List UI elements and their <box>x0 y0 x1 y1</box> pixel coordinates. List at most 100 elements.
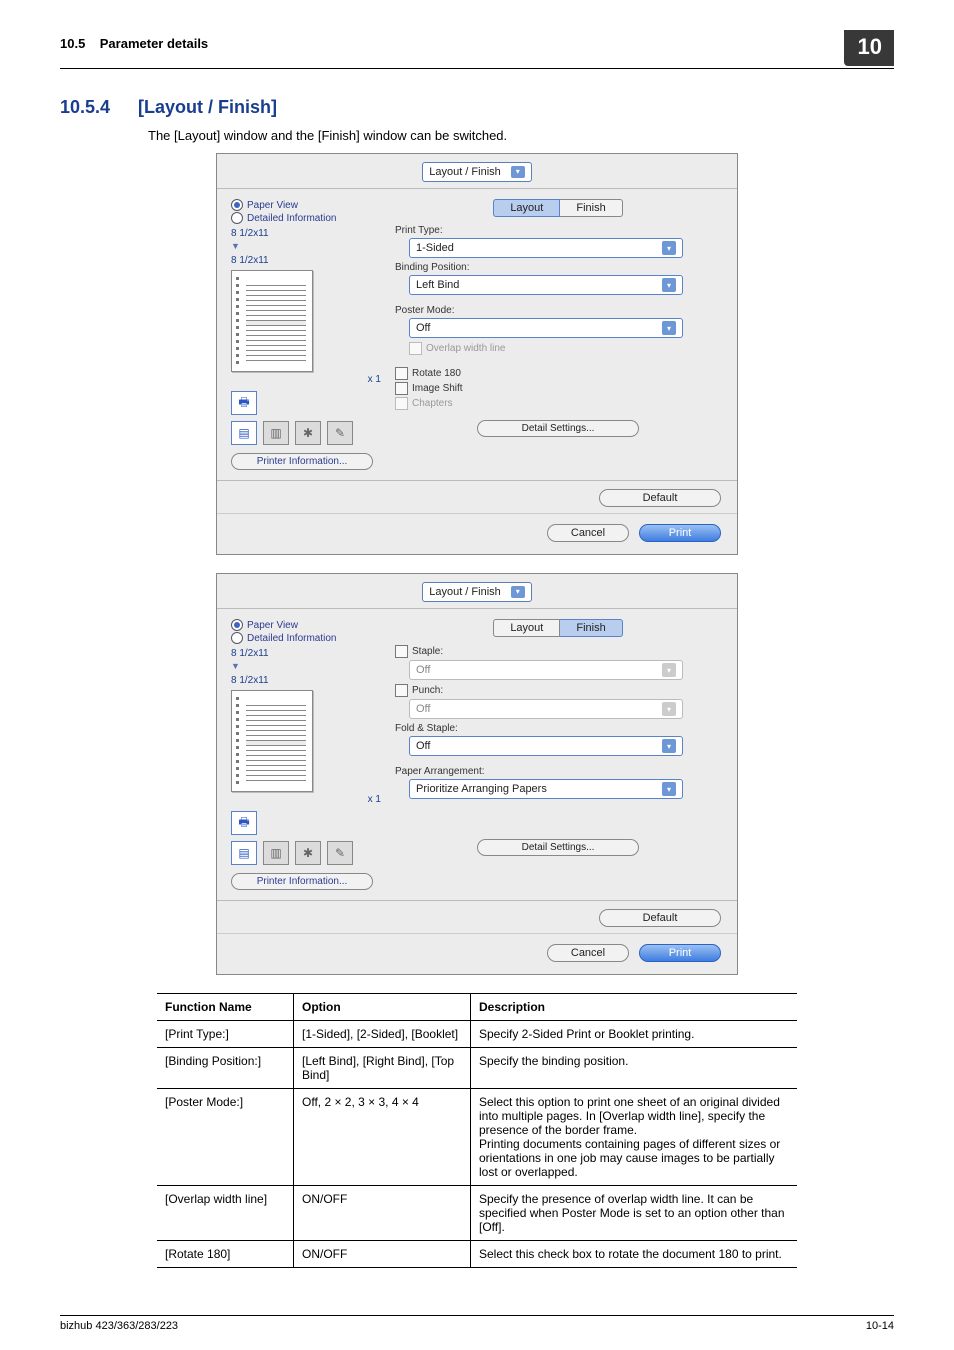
radio-paper-view[interactable]: Paper View <box>231 619 381 631</box>
tab-finish[interactable]: Finish <box>560 619 622 637</box>
dialog-sidebar: Paper View Detailed Information 8 1/2x11… <box>231 199 381 470</box>
chevron-updown-icon: ▾ <box>662 739 676 753</box>
tab-segment: Layout Finish <box>395 199 721 217</box>
panel-select[interactable]: Layout / Finish ▾ <box>422 582 532 602</box>
cell-fn: [Binding Position:] <box>157 1048 294 1089</box>
tab-layout[interactable]: Layout <box>493 199 560 217</box>
section-heading: 10.5.4 [Layout / Finish] <box>60 97 894 118</box>
printer-icon[interactable]: 🖶 <box>231 811 257 835</box>
fold-staple-label: Fold & Staple: <box>395 723 721 734</box>
cell-fn: [Poster Mode:] <box>157 1089 294 1186</box>
staple-label: Staple: <box>412 646 443 657</box>
cancel-button[interactable]: Cancel <box>547 524 629 542</box>
panel-select[interactable]: Layout / Finish ▾ <box>422 162 532 182</box>
radio-detailed-info[interactable]: Detailed Information <box>231 212 381 224</box>
cancel-button[interactable]: Cancel <box>547 944 629 962</box>
punch-select: Off ▾ <box>409 699 683 719</box>
cell-desc: Select this check box to rotate the docu… <box>471 1241 798 1268</box>
printer-icon[interactable]: 🖶 <box>231 391 257 415</box>
cell-opt: Off, 2 × 2, 3 × 3, 4 × 4 <box>294 1089 471 1186</box>
table-row: [Binding Position:] [Left Bind], [Right … <box>157 1048 797 1089</box>
staple-checkbox[interactable]: Staple: <box>395 645 721 658</box>
panel-select-value: Layout / Finish <box>429 166 501 178</box>
paper-arrangement-label: Paper Arrangement: <box>395 766 721 777</box>
page-preview <box>231 270 313 372</box>
page-icon[interactable]: ▤ <box>231 841 257 865</box>
table-row: [Print Type:] [1-Sided], [2-Sided], [Boo… <box>157 1021 797 1048</box>
function-table: Function Name Option Description [Print … <box>157 993 797 1268</box>
fold-staple-value: Off <box>416 740 430 752</box>
poster-mode-value: Off <box>416 322 430 334</box>
checkbox-icon <box>395 645 408 658</box>
printer-information-button[interactable]: Printer Information... <box>231 873 373 890</box>
th-description: Description <box>471 994 798 1021</box>
chevron-updown-icon: ▾ <box>662 702 676 716</box>
radio-dot-icon <box>231 632 243 644</box>
fold-staple-select[interactable]: Off ▾ <box>409 736 683 756</box>
paper-size-out: 8 1/2x11 <box>231 675 381 686</box>
page-icon[interactable]: ▤ <box>231 421 257 445</box>
radio-detailed-info-label: Detailed Information <box>247 633 337 644</box>
section-description: The [Layout] window and the [Finish] win… <box>148 128 894 143</box>
cell-desc: Select this option to print one sheet of… <box>471 1089 798 1186</box>
tab-layout[interactable]: Layout <box>493 619 560 637</box>
stamp-icon[interactable]: ✱ <box>295 421 321 445</box>
print-button[interactable]: Print <box>639 524 721 542</box>
cell-fn: [Rotate 180] <box>157 1241 294 1268</box>
arrow-down-icon: ▼ <box>231 661 381 671</box>
paper-size-in: 8 1/2x11 <box>231 648 381 659</box>
overlay-icon[interactable]: ▥ <box>263 421 289 445</box>
quality-icon[interactable]: ✎ <box>327 421 353 445</box>
detail-settings-button[interactable]: Detail Settings... <box>477 839 639 856</box>
default-button[interactable]: Default <box>599 909 721 927</box>
paper-size-out: 8 1/2x11 <box>231 255 381 266</box>
chevron-updown-icon: ▾ <box>662 321 676 335</box>
checkbox-icon <box>395 382 408 395</box>
radio-detailed-info[interactable]: Detailed Information <box>231 632 381 644</box>
image-shift-checkbox[interactable]: Image Shift <box>395 382 721 395</box>
checkbox-icon <box>409 342 422 355</box>
stamp-icon[interactable]: ✱ <box>295 841 321 865</box>
radio-paper-view-label: Paper View <box>247 200 298 211</box>
section-number: 10.5.4 <box>60 97 110 118</box>
header-section-num: 10.5 <box>60 36 85 51</box>
chevron-updown-icon: ▾ <box>662 782 676 796</box>
table-row: [Overlap width line] ON/OFF Specify the … <box>157 1186 797 1241</box>
dialog-layout: Layout / Finish ▾ Paper View Detailed In… <box>216 153 738 555</box>
table-row: [Rotate 180] ON/OFF Select this check bo… <box>157 1241 797 1268</box>
radio-dot-icon <box>231 212 243 224</box>
header-section-title: Parameter details <box>100 36 208 51</box>
cell-desc: Specify 2-Sided Print or Booklet printin… <box>471 1021 798 1048</box>
radio-paper-view[interactable]: Paper View <box>231 199 381 211</box>
footer-model: bizhub 423/363/283/223 <box>60 1320 178 1332</box>
cell-desc: Specify the binding position. <box>471 1048 798 1089</box>
print-button[interactable]: Print <box>639 944 721 962</box>
print-type-value: 1-Sided <box>416 242 454 254</box>
print-type-select[interactable]: 1-Sided ▾ <box>409 238 683 258</box>
overlay-icon[interactable]: ▥ <box>263 841 289 865</box>
tab-finish[interactable]: Finish <box>560 199 622 217</box>
poster-mode-label: Poster Mode: <box>395 305 721 316</box>
chevron-updown-icon: ▾ <box>662 241 676 255</box>
radio-dot-selected-icon <box>231 619 243 631</box>
radio-paper-view-label: Paper View <box>247 620 298 631</box>
paper-arrangement-select[interactable]: Prioritize Arranging Papers ▾ <box>409 779 683 799</box>
rotate-180-checkbox[interactable]: Rotate 180 <box>395 367 721 380</box>
checkbox-icon <box>395 684 408 697</box>
dialog-main-layout: Layout Finish Print Type: 1-Sided ▾ Bind… <box>395 199 721 470</box>
paper-arrangement-value: Prioritize Arranging Papers <box>416 783 547 795</box>
printer-information-button[interactable]: Printer Information... <box>231 453 373 470</box>
cell-opt: ON/OFF <box>294 1241 471 1268</box>
footer-page: 10-14 <box>866 1320 894 1332</box>
cell-opt: [1-Sided], [2-Sided], [Booklet] <box>294 1021 471 1048</box>
binding-position-select[interactable]: Left Bind ▾ <box>409 275 683 295</box>
quality-icon[interactable]: ✎ <box>327 841 353 865</box>
panel-select-value: Layout / Finish <box>429 586 501 598</box>
detail-settings-button[interactable]: Detail Settings... <box>477 420 639 437</box>
default-button[interactable]: Default <box>599 489 721 507</box>
chevron-updown-icon: ▾ <box>511 586 525 598</box>
punch-checkbox[interactable]: Punch: <box>395 684 721 697</box>
page-header: 10.5 Parameter details 10 <box>60 30 894 69</box>
chapters-checkbox: Chapters <box>395 397 721 410</box>
poster-mode-select[interactable]: Off ▾ <box>409 318 683 338</box>
